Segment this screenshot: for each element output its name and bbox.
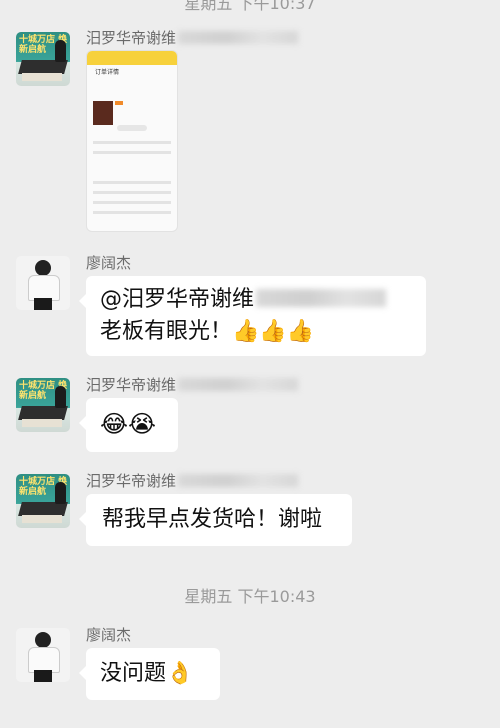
redacted-text — [178, 31, 299, 44]
avatar-shop[interactable]: 十城万店 焕新启航 — [16, 32, 70, 86]
sender-name: 汨罗华帝谢维 — [86, 374, 299, 395]
ok-hand-emoji: 👌 — [166, 661, 194, 686]
redacted-text — [178, 378, 299, 391]
sender-name: 廖阔杰 — [86, 254, 132, 272]
avatar-shop[interactable]: 十城万店 焕新启航 — [16, 378, 70, 432]
image-message[interactable]: 订单详情 — [86, 50, 178, 232]
mention-text[interactable]: @汨罗华帝谢维 — [100, 287, 254, 312]
message-text: 帮我早点发货哈！谢啦 — [102, 507, 323, 532]
message-text: 没问题 — [100, 661, 167, 686]
message-text: 老板有眼光！ — [100, 319, 233, 344]
sender-name: 汨罗华帝谢维 — [86, 27, 299, 48]
screenshot-title: 订单详情 — [95, 69, 120, 76]
laughing-crying-emoji: 😂😭 — [100, 410, 157, 438]
sender-name: 汨罗华帝谢维 — [86, 470, 299, 491]
timestamp: 星期五 下午10:43 — [184, 587, 316, 606]
message-bubble[interactable]: 帮我早点发货哈！谢啦 — [79, 494, 352, 546]
screenshot-header-bar — [87, 51, 177, 65]
avatar-liao[interactable] — [16, 256, 70, 310]
avatar-liao[interactable] — [16, 628, 70, 682]
avatar-shop-building — [18, 60, 68, 74]
message-bubble[interactable]: @汨罗华帝谢维 老板有眼光！👍👍👍 — [79, 276, 426, 356]
sender-name: 廖阔杰 — [86, 626, 132, 644]
thumbs-up-emoji: 👍👍👍 — [232, 319, 315, 344]
redacted-text — [178, 474, 299, 487]
avatar-shop[interactable]: 十城万店 焕新启航 — [16, 474, 70, 528]
message-bubble[interactable]: 😂😭 — [79, 398, 178, 452]
timestamp-top: 星期五 下午10:37 — [184, 0, 316, 13]
message-bubble[interactable]: 没问题👌 — [79, 648, 220, 700]
redacted-text — [256, 289, 387, 307]
